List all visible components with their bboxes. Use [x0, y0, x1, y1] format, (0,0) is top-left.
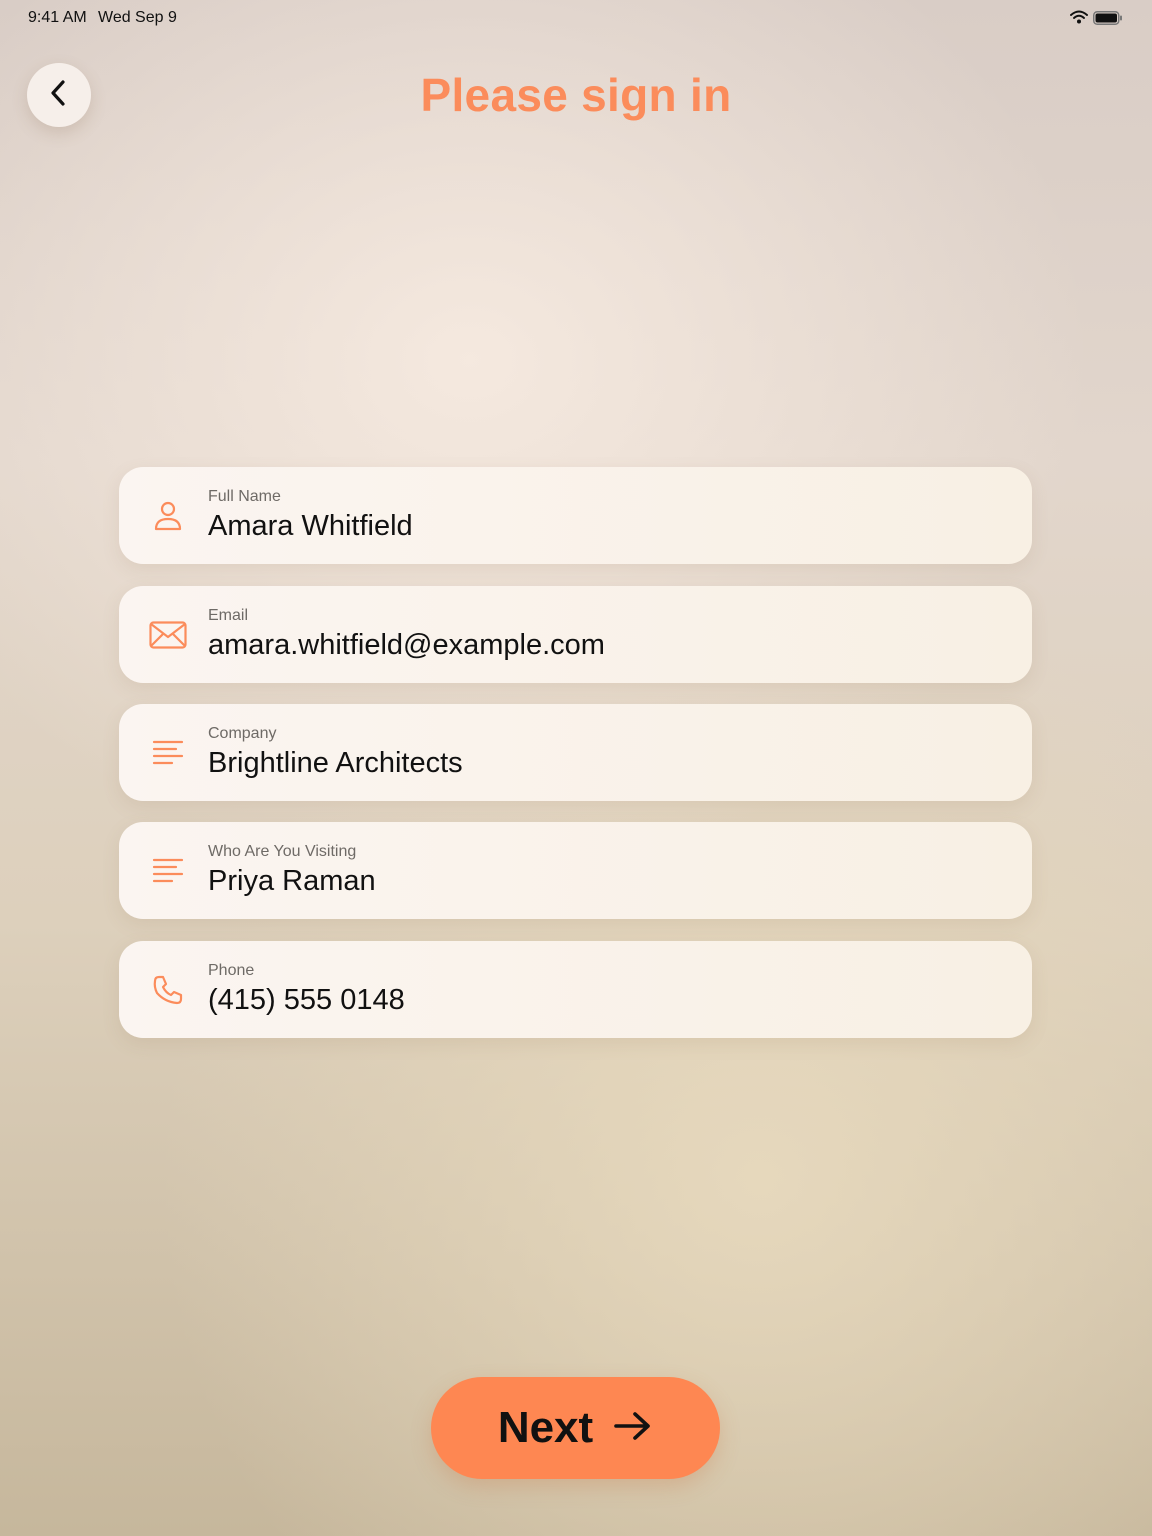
page-title: Please sign in: [420, 69, 732, 121]
email-label: Email: [208, 607, 249, 624]
email-value: amara.whitfield@example.com: [208, 629, 605, 661]
text-lines-icon: [147, 732, 189, 774]
phone-value: (415) 555 0148: [208, 984, 405, 1016]
full-name-field[interactable]: Full Name Amara Whitfield: [119, 467, 1032, 564]
company-label: Company: [208, 725, 277, 742]
status-bar: 9:41 AM Wed Sep 9: [0, 0, 1152, 36]
arrow-right-icon: [613, 1410, 653, 1447]
company-value: Brightline Architects: [208, 747, 463, 779]
full-name-value: Amara Whitfield: [208, 510, 413, 542]
next-label: Next: [497, 1403, 594, 1452]
envelope-icon: [147, 614, 189, 656]
phone-icon: [147, 969, 189, 1011]
status-date: Wed Sep 9: [98, 9, 177, 26]
next-button[interactable]: Next: [431, 1377, 720, 1479]
visiting-field[interactable]: Who Are You Visiting Priya Raman: [119, 822, 1032, 919]
person-icon: [147, 495, 189, 537]
company-field[interactable]: Company Brightline Architects: [119, 704, 1032, 801]
email-field[interactable]: Email amara.whitfield@example.com: [119, 586, 1032, 683]
visiting-value: Priya Raman: [208, 865, 376, 897]
full-name-label: Full Name: [208, 488, 281, 505]
status-time: 9:41 AM: [28, 9, 87, 26]
battery-icon: [1093, 11, 1123, 30]
wifi-icon: [1070, 10, 1088, 29]
phone-label: Phone: [208, 962, 255, 979]
visiting-label: Who Are You Visiting: [208, 843, 357, 860]
phone-field[interactable]: Phone (415) 555 0148: [119, 941, 1032, 1038]
text-lines-icon: [147, 850, 189, 892]
